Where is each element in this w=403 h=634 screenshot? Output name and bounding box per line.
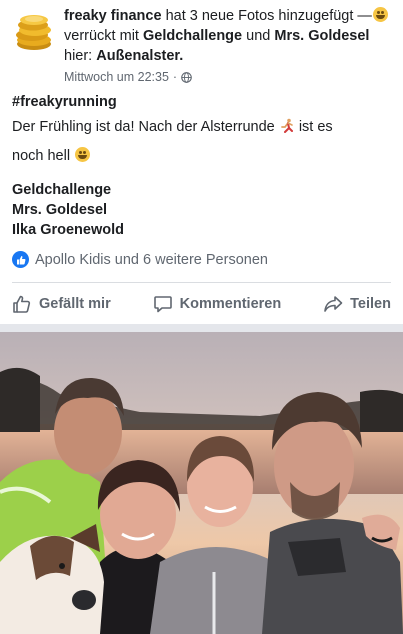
divider [12,282,391,283]
author-avatar[interactable] [12,10,56,54]
reactions-text: Apollo Kidis und 6 weitere Personen [35,251,268,268]
tagged-names-list: Geldchallenge Mrs. Goldesel Ilka Groenew… [12,180,124,240]
feeling-text: verrückt [64,28,116,44]
tagged-name[interactable]: Mrs. Goldesel [12,200,124,220]
message-line: noch hell [12,146,392,167]
grinning-face-icon [75,147,91,162]
comment-label: Kommentieren [179,296,282,312]
thumbs-up-icon [13,295,31,313]
post-meta: Mittwoch um 22:35 · [64,67,397,87]
message-text: ist es [298,119,333,135]
action-text: hat 3 neue Fotos hinzugefügt — [165,8,372,24]
reactions-summary[interactable]: Apollo Kidis und 6 weitere Personen [12,251,268,268]
hashtag-link[interactable]: #freakyrunning [12,92,392,113]
post-header-text: freaky finance hat 3 neue Fotos hinzugef… [64,6,397,87]
share-label: Teilen [350,296,391,312]
location-link[interactable]: Außenalster. [96,48,183,64]
coin-stack-icon [16,15,51,50]
message-line: Der Frühling ist da! Nach der Alsterrund… [12,117,392,138]
post-photo[interactable] [0,332,403,634]
meta-separator: · [172,70,178,84]
tagged-name[interactable]: Geldchallenge [12,180,124,200]
post-timestamp[interactable]: Mittwoch um 22:35 [64,67,169,87]
post-message: #freakyrunning Der Frühling ist da! Nach… [12,92,392,167]
runner-icon [280,118,293,133]
like-label: Gefällt mir [39,296,111,312]
location-prefix: hier: [64,48,93,64]
photo-separator [0,324,403,332]
comment-button[interactable]: Kommentieren [153,286,282,322]
share-arrow-icon [324,296,343,312]
grinning-face-icon [372,7,388,22]
with-text: mit [119,28,139,44]
facebook-post: freaky finance hat 3 neue Fotos hinzugef… [0,0,403,634]
message-text: noch hell [12,148,71,164]
message-text: Der Frühling ist da! Nach der Alsterrund… [12,119,275,135]
tagged-person-link[interactable]: Mrs. Goldesel [274,28,369,44]
like-button[interactable]: Gefällt mir [12,286,111,322]
globe-icon[interactable] [181,71,192,83]
author-name[interactable]: freaky finance [64,8,162,24]
post-header: freaky finance hat 3 neue Fotos hinzugef… [12,6,397,84]
and-text: und [246,28,271,44]
like-reaction-icon [12,251,29,268]
share-button[interactable]: Teilen [323,286,391,322]
group-selfie-photo [0,332,403,634]
tagged-person-link[interactable]: Geldchallenge [143,28,242,44]
tagged-name[interactable]: Ilka Groenewold [12,220,124,240]
comment-bubble-icon [153,296,172,313]
post-actions-bar: Gefällt mir Kommentieren Teilen [0,286,403,322]
